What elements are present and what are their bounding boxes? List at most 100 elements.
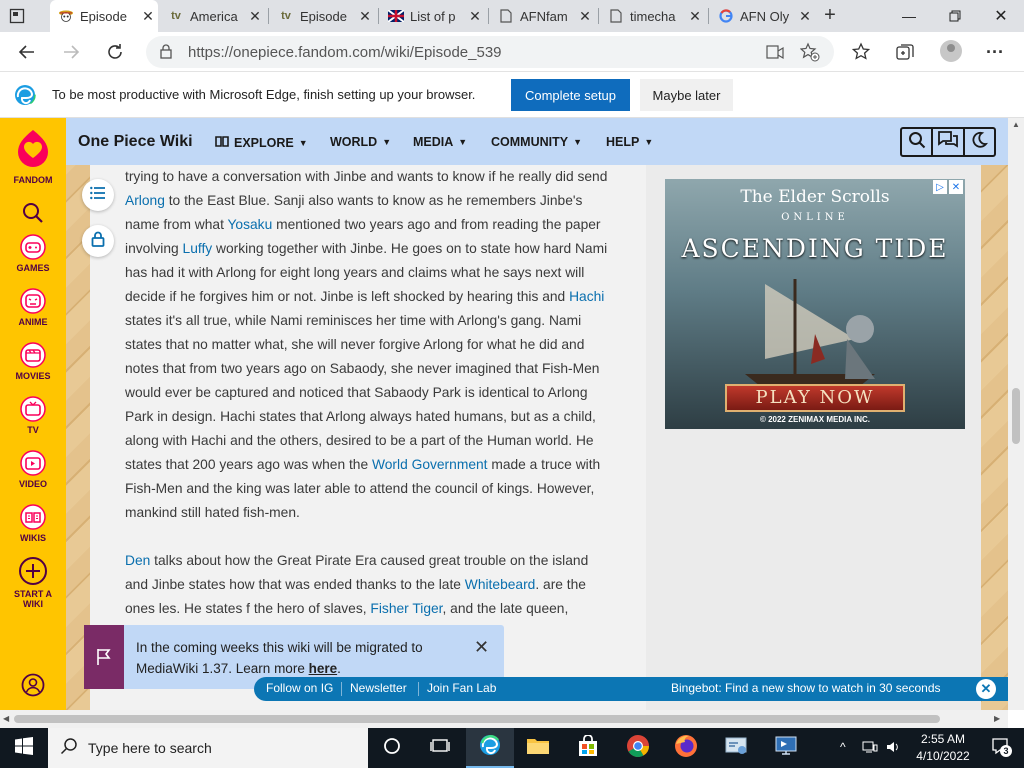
taskbar-chrome[interactable] [614, 728, 662, 768]
wiki-link[interactable]: Fisher Tiger [370, 601, 442, 616]
ad-choices[interactable]: ▷ ✕ [933, 180, 963, 194]
nav-community[interactable]: COMMUNITY ▼ [491, 135, 582, 149]
action-center-button[interactable]: 3 [976, 728, 1024, 768]
search-icon[interactable] [20, 200, 46, 226]
rail-movies[interactable]: MOVIES [0, 342, 66, 381]
taskbar-file-explorer[interactable] [514, 728, 562, 768]
lock-icon[interactable] [160, 44, 172, 64]
theme-toggle-button[interactable] [965, 129, 994, 155]
refresh-button[interactable] [100, 37, 130, 67]
close-icon[interactable]: ✕ [976, 679, 996, 699]
wiki-link[interactable]: Yosaku [228, 217, 273, 232]
volume-icon[interactable] [886, 740, 902, 757]
url-text[interactable]: https://onepiece.fandom.com/wiki/Episode… [188, 44, 502, 61]
close-window-button[interactable]: ✕ [978, 0, 1024, 32]
tab-close-icon[interactable]: ✕ [575, 8, 595, 25]
collections-icon[interactable] [890, 37, 920, 67]
scroll-left-icon[interactable]: ◀ [3, 714, 9, 723]
taskbar-firefox[interactable] [662, 728, 710, 768]
taskbar-search[interactable]: Type here to search [48, 728, 368, 768]
browser-tab-1[interactable]: tv America ✕ [160, 0, 265, 32]
forward-button[interactable] [56, 37, 86, 67]
scrollbar-thumb[interactable] [14, 715, 940, 723]
scrollbar-thumb[interactable] [1012, 388, 1020, 444]
browser-tab-0[interactable]: Episode ✕ [50, 0, 158, 32]
ad-play-now-button[interactable]: PLAY NOW [725, 384, 905, 412]
user-icon[interactable] [20, 672, 46, 698]
scroll-up-icon[interactable]: ▲ [1012, 120, 1020, 129]
taskbar-clock[interactable]: 2:55 AM 4/10/2022 [910, 731, 976, 765]
page-lock-button[interactable] [82, 225, 114, 257]
join-fan-lab-link[interactable]: Join Fan Lab [427, 681, 496, 695]
cortana-button[interactable] [368, 728, 416, 768]
taskbar-app[interactable] [712, 728, 760, 768]
start-button[interactable] [0, 728, 48, 768]
immersive-reader-icon[interactable] [766, 43, 784, 66]
vertical-scrollbar[interactable]: ▲ [1008, 118, 1024, 710]
restore-button[interactable] [932, 0, 978, 32]
learn-more-link[interactable]: here [309, 661, 338, 676]
browser-tab-5[interactable]: timecha ✕ [600, 0, 705, 32]
task-view-button[interactable] [416, 728, 464, 768]
ad-close-icon[interactable]: ✕ [949, 180, 963, 194]
newsletter-link[interactable]: Newsletter [350, 681, 407, 695]
tab-close-icon[interactable]: ✕ [465, 8, 485, 25]
profile-avatar[interactable] [940, 40, 962, 62]
tab-close-icon[interactable]: ✕ [245, 8, 265, 25]
new-tab-button[interactable]: + [818, 4, 842, 28]
taskbar-app[interactable] [762, 728, 810, 768]
discussions-button[interactable] [933, 129, 965, 155]
tab-actions-icon[interactable] [8, 7, 26, 25]
browser-tab-6[interactable]: AFN Oly ✕ [710, 0, 815, 32]
wiki-link[interactable]: Den [125, 553, 150, 568]
tab-close-icon[interactable]: ✕ [138, 8, 158, 25]
wiki-link[interactable]: Hachi [569, 289, 604, 304]
advertisement[interactable]: The Elder Scrolls ONLINE ASCENDING TIDE … [665, 179, 965, 429]
back-button[interactable] [12, 37, 42, 67]
wiki-title[interactable]: One Piece Wiki [78, 133, 193, 151]
wiki-link[interactable]: Arlong [125, 193, 165, 208]
browser-tab-2[interactable]: tv Episode ✕ [270, 0, 375, 32]
adchoices-icon[interactable]: ▷ [933, 180, 947, 194]
rail-tv[interactable]: TV [0, 396, 66, 435]
tab-close-icon[interactable]: ✕ [795, 8, 815, 25]
wiki-link[interactable]: World Government [372, 457, 488, 472]
settings-more-icon[interactable]: ··· [980, 37, 1010, 67]
rail-video[interactable]: VIDEO [0, 450, 66, 489]
horizontal-scrollbar[interactable]: ◀ ▶ [0, 710, 1008, 728]
complete-setup-button[interactable]: Complete setup [511, 79, 630, 111]
scroll-right-icon[interactable]: ▶ [994, 714, 1000, 723]
follow-ig-link[interactable]: Follow on IG [266, 681, 333, 695]
fandom-logo[interactable]: FANDOM [0, 128, 66, 185]
favorites-icon[interactable] [846, 37, 876, 67]
rail-search[interactable] [0, 200, 66, 226]
toc-button[interactable] [82, 179, 114, 211]
address-bar[interactable]: https://onepiece.fandom.com/wiki/Episode… [146, 36, 834, 68]
minimize-button[interactable]: — [886, 0, 932, 32]
page-viewport[interactable]: FANDOM GAMES ANIME MOVIES TV VIDEO WIKIS… [0, 118, 1008, 710]
rail-wikis[interactable]: WIKIS [0, 504, 66, 543]
taskbar-store[interactable] [564, 728, 612, 768]
rail-start-wiki[interactable]: START A WIKI [0, 556, 66, 609]
add-favorite-icon[interactable] [799, 42, 820, 67]
rail-games[interactable]: GAMES [0, 234, 66, 273]
tray-overflow-icon[interactable]: ^ [840, 740, 846, 754]
maybe-later-button[interactable]: Maybe later [640, 79, 733, 111]
tab-close-icon[interactable]: ✕ [355, 8, 375, 25]
browser-tab-3[interactable]: List of p ✕ [380, 0, 485, 32]
taskbar-edge[interactable] [466, 728, 514, 768]
tab-close-icon[interactable]: ✕ [685, 8, 705, 25]
wiki-link[interactable]: Luffy [183, 241, 213, 256]
browser-tab-4[interactable]: AFNfam ✕ [490, 0, 595, 32]
nav-media[interactable]: MEDIA ▼ [413, 135, 467, 149]
rail-account[interactable] [0, 672, 66, 698]
close-icon[interactable]: ✕ [474, 637, 489, 658]
network-icon[interactable] [862, 740, 878, 757]
nav-world[interactable]: WORLD ▼ [330, 135, 391, 149]
nav-help[interactable]: HELP ▼ [606, 135, 653, 149]
wiki-link[interactable]: Whitebeard [465, 577, 536, 592]
nav-explore[interactable]: EXPLORE ▼ [215, 135, 308, 150]
wiki-search-button[interactable] [902, 129, 934, 155]
rail-anime[interactable]: ANIME [0, 288, 66, 327]
bingebot-promo[interactable]: Bingebot: Find a new show to watch in 30… [671, 681, 941, 695]
